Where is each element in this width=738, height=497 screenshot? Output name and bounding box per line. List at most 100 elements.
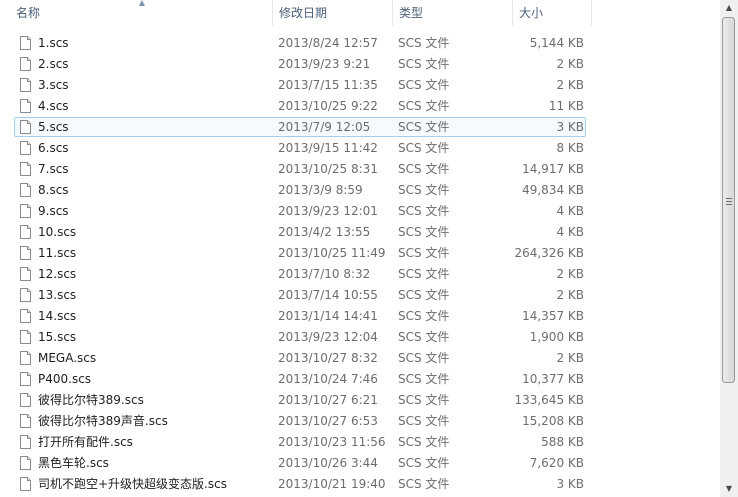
file-size: 3 KB — [556, 477, 584, 491]
blank-file-icon — [20, 351, 31, 365]
file-row[interactable]: 12.scs 2013/7/10 8:32 SCS 文件 2 KB — [0, 264, 720, 285]
file-row[interactable]: 彼得比尔特389.scs 2013/10/27 6:21 SCS 文件 133,645… — [0, 390, 720, 411]
file-name: 10.scs — [38, 225, 77, 239]
file-row[interactable]: 6.scs 2013/9/15 11:42 SCS 文件 8 KB — [0, 138, 720, 159]
blank-file-icon — [20, 414, 31, 428]
file-size: 1,900 KB — [529, 330, 584, 344]
file-type: SCS 文件 — [398, 288, 450, 302]
file-name: 2.scs — [38, 57, 69, 71]
file-date: 2013/7/10 8:32 — [278, 267, 371, 281]
file-size: 3 KB — [556, 120, 584, 134]
file-date: 2013/9/23 9:21 — [278, 57, 371, 71]
file-size: 4 KB — [556, 204, 584, 218]
file-name: 6.scs — [38, 141, 69, 155]
file-row[interactable]: 2.scs 2013/9/23 9:21 SCS 文件 2 KB — [0, 54, 720, 75]
file-row[interactable]: 7.scs 2013/10/25 8:31 SCS 文件 14,917 KB — [0, 159, 720, 180]
blank-file-icon — [20, 225, 31, 239]
file-row[interactable]: 司机不跑空+升级快超级变态版.scs 2013/10/21 19:40 SCS 文件… — [0, 474, 720, 495]
file-row[interactable]: 彼得比尔特389声音.scs 2013/10/27 6:53 SCS 文件 15,20… — [0, 411, 720, 432]
file-size: 11 KB — [548, 99, 584, 113]
file-row[interactable]: 5.scs 2013/7/9 12:05 SCS 文件 3 KB — [0, 117, 720, 138]
file-row[interactable]: 黑色车轮.scs 2013/10/26 3:44 SCS 文件 7,620 KB — [0, 453, 720, 474]
file-row[interactable]: 8.scs 2013/3/9 8:59 SCS 文件 49,834 KB — [0, 180, 720, 201]
vertical-scrollbar[interactable]: ▲ ▼ — [720, 0, 738, 497]
column-header-bar: 名称 ▲ 修改日期 类型 大小 — [0, 0, 720, 26]
file-date: 2013/3/9 8:59 — [278, 183, 363, 197]
file-date: 2013/4/2 13:55 — [278, 225, 371, 239]
file-type: SCS 文件 — [398, 183, 450, 197]
file-name: 12.scs — [38, 267, 77, 281]
file-date: 2013/9/23 12:01 — [278, 204, 378, 218]
file-size: 7,620 KB — [529, 456, 584, 470]
file-name: 彼得比尔特389声音.scs — [38, 414, 168, 428]
file-name: 3.scs — [38, 78, 69, 92]
file-size: 2 KB — [556, 57, 584, 71]
blank-file-icon — [20, 309, 31, 323]
file-row[interactable]: 4.scs 2013/10/25 9:22 SCS 文件 11 KB — [0, 96, 720, 117]
file-size: 2 KB — [556, 351, 584, 365]
file-date: 2013/10/21 19:40 — [278, 477, 386, 491]
blank-file-icon — [20, 120, 31, 134]
blank-file-icon — [20, 330, 31, 344]
file-size: 2 KB — [556, 267, 584, 281]
file-row[interactable]: 14.scs 2013/1/14 14:41 SCS 文件 14,357 KB — [0, 306, 720, 327]
file-type: SCS 文件 — [398, 330, 450, 344]
file-type: SCS 文件 — [398, 246, 450, 260]
file-name: 4.scs — [38, 99, 69, 113]
file-size: 15,208 KB — [522, 414, 584, 428]
file-size: 49,834 KB — [522, 183, 584, 197]
column-header-size[interactable]: 大小 — [512, 0, 592, 26]
file-size: 2 KB — [556, 78, 584, 92]
file-row[interactable]: MEGA.scs 2013/10/27 8:32 SCS 文件 2 KB — [0, 348, 720, 369]
file-date: 2013/10/25 11:49 — [278, 246, 386, 260]
file-row[interactable]: 10.scs 2013/4/2 13:55 SCS 文件 4 KB — [0, 222, 720, 243]
blank-file-icon — [20, 57, 31, 71]
file-row[interactable]: 9.scs 2013/9/23 12:01 SCS 文件 4 KB — [0, 201, 720, 222]
file-type: SCS 文件 — [398, 78, 450, 92]
file-name: 1.scs — [38, 36, 69, 50]
file-name: 司机不跑空+升级快超级变态版.scs — [38, 477, 227, 491]
file-name: P400.scs — [38, 372, 92, 386]
file-date: 2013/10/23 11:56 — [278, 435, 386, 449]
column-header-type[interactable]: 类型 — [392, 0, 512, 26]
file-date: 2013/10/27 6:53 — [278, 414, 378, 428]
file-row[interactable]: 15.scs 2013/9/23 12:04 SCS 文件 1,900 KB — [0, 327, 720, 348]
file-size: 5,144 KB — [529, 36, 584, 50]
blank-file-icon — [20, 183, 31, 197]
blank-file-icon — [20, 141, 31, 155]
file-type: SCS 文件 — [398, 372, 450, 386]
file-name: 7.scs — [38, 162, 69, 176]
file-size: 10,377 KB — [522, 372, 584, 386]
column-header-size-label: 大小 — [519, 6, 544, 20]
file-name: 9.scs — [38, 204, 69, 218]
scroll-down-button[interactable]: ▼ — [720, 481, 738, 497]
blank-file-icon — [20, 393, 31, 407]
file-type: SCS 文件 — [398, 414, 450, 428]
file-date: 2013/10/27 6:21 — [278, 393, 378, 407]
file-type: SCS 文件 — [398, 351, 450, 365]
blank-file-icon — [20, 267, 31, 281]
blank-file-icon — [20, 99, 31, 113]
file-name: 11.scs — [38, 246, 77, 260]
column-header-date-label: 修改日期 — [279, 6, 328, 20]
file-name: 13.scs — [38, 288, 77, 302]
sort-ascending-icon: ▲ — [138, 0, 146, 7]
scroll-grip-icon — [726, 198, 732, 205]
scroll-thumb[interactable] — [722, 17, 735, 383]
file-type: SCS 文件 — [398, 36, 450, 50]
file-type: SCS 文件 — [398, 456, 450, 470]
file-date: 2013/7/14 10:55 — [278, 288, 378, 302]
file-row[interactable]: 1.scs 2013/8/24 12:57 SCS 文件 5,144 KB — [0, 33, 720, 54]
column-header-date[interactable]: 修改日期 — [272, 0, 392, 26]
file-row[interactable]: 打开所有配件.scs 2013/10/23 11:56 SCS 文件 588 KB — [0, 432, 720, 453]
file-size: 2 KB — [556, 288, 584, 302]
file-row[interactable]: 3.scs 2013/7/15 11:35 SCS 文件 2 KB — [0, 75, 720, 96]
file-row[interactable]: P400.scs 2013/10/24 7:46 SCS 文件 10,377 KB — [0, 369, 720, 390]
blank-file-icon — [20, 372, 31, 386]
file-row[interactable]: 13.scs 2013/7/14 10:55 SCS 文件 2 KB — [0, 285, 720, 306]
file-row[interactable]: 11.scs 2013/10/25 11:49 SCS 文件 264,326 KB — [0, 243, 720, 264]
blank-file-icon — [20, 435, 31, 449]
scroll-up-button[interactable]: ▲ — [720, 0, 738, 16]
file-type: SCS 文件 — [398, 225, 450, 239]
file-date: 2013/7/9 12:05 — [278, 120, 371, 134]
